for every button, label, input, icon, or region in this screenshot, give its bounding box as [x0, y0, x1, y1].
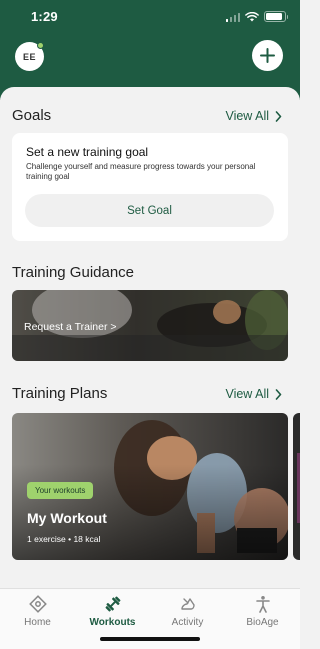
- plus-icon: [260, 48, 275, 63]
- dumbbell-icon: [105, 596, 120, 612]
- avatar-initials: EE: [22, 51, 36, 62]
- tab-home[interactable]: Home: [0, 595, 75, 628]
- training-plans-title: Training Plans: [12, 385, 108, 402]
- request-trainer-label: Request a Trainer >: [24, 321, 117, 333]
- online-status-dot: [37, 42, 44, 49]
- wifi-icon: [245, 11, 259, 21]
- goal-card: Set a new training goal Challenge yourse…: [12, 133, 288, 241]
- goal-card-title: Set a new training goal: [26, 145, 149, 159]
- battery-icon: [264, 11, 288, 22]
- workout-plan-card[interactable]: Your workouts My Workout 1 exercise • 18…: [12, 413, 288, 560]
- chevron-right-icon: [275, 388, 282, 400]
- tab-bioage-label: BioAge: [246, 617, 279, 628]
- home-icon: [28, 595, 47, 613]
- status-icons: [225, 11, 288, 22]
- chevron-right-icon: [275, 110, 282, 122]
- tab-workouts-label: Workouts: [89, 617, 136, 628]
- home-indicator: [100, 637, 200, 641]
- training-guidance-title: Training Guidance: [12, 264, 135, 281]
- status-time: 1:29: [31, 9, 58, 24]
- add-button[interactable]: [252, 40, 283, 71]
- request-trainer-banner[interactable]: Request a Trainer >: [12, 290, 288, 361]
- next-plan-card-peek[interactable]: [293, 413, 300, 560]
- set-goal-button[interactable]: Set Goal: [25, 194, 274, 227]
- tab-workouts[interactable]: Workouts: [75, 595, 150, 628]
- status-bar: 1:29: [0, 9, 300, 27]
- goals-view-all-label: View All: [225, 109, 269, 123]
- goal-card-description: Challenge yourself and measure progress …: [26, 162, 256, 181]
- activity-icon: [180, 598, 195, 610]
- tab-home-label: Home: [24, 617, 51, 628]
- cellular-signal-icon: [225, 12, 240, 22]
- your-workouts-tag: Your workouts: [27, 482, 94, 499]
- plans-view-all-link[interactable]: View All: [225, 387, 282, 401]
- plans-view-all-label: View All: [225, 387, 269, 401]
- workout-meta: 1 exercise • 18 kcal: [27, 534, 101, 544]
- workout-name: My Workout: [27, 510, 107, 526]
- main-content[interactable]: Goals View All Set a new training goal C…: [0, 87, 300, 590]
- top-header: 1:29 EE: [0, 0, 300, 100]
- tab-bioage[interactable]: BioAge: [225, 595, 300, 628]
- tab-bar: Home Workouts Activity BioAge: [0, 588, 300, 649]
- bioage-icon: [255, 596, 270, 613]
- goals-view-all-link[interactable]: View All: [225, 109, 282, 123]
- next-plan-photo: [293, 413, 300, 560]
- goals-title: Goals: [12, 107, 52, 124]
- tab-activity-label: Activity: [171, 617, 204, 628]
- avatar[interactable]: EE: [15, 42, 44, 71]
- tab-activity[interactable]: Activity: [150, 595, 225, 628]
